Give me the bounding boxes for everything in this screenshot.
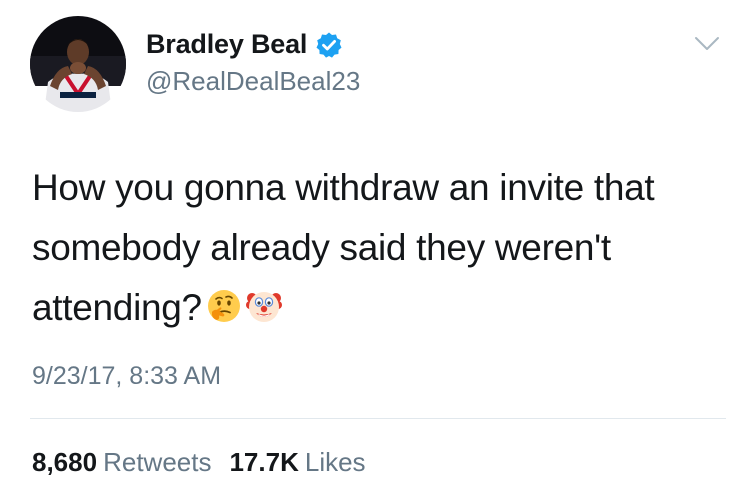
author-name-row[interactable]: Bradley Beal	[146, 29, 343, 60]
divider	[30, 418, 726, 419]
retweets-count: 8,680	[32, 447, 98, 477]
retweets-stat[interactable]: 8,680 Retweets	[32, 447, 211, 477]
likes-label: Likes	[304, 447, 366, 477]
chevron-down-icon[interactable]	[694, 36, 720, 52]
likes-count: 17.7K	[229, 447, 299, 477]
tweet-text-line: attending?	[32, 287, 202, 328]
author-handle[interactable]: @RealDealBeal23	[146, 66, 360, 97]
retweets-label: Retweets	[103, 447, 212, 477]
display-name[interactable]: Bradley Beal	[146, 29, 307, 60]
likes-stat[interactable]: 17.7K Likes	[229, 447, 365, 477]
tweet-text: How you gonna withdraw an invite that so…	[32, 158, 732, 338]
thinking-face-emoji	[206, 282, 242, 322]
tweet-stats: 8,680 Retweets 17.7K Likes	[32, 447, 366, 478]
clown-face-emoji	[245, 282, 282, 322]
tweet-card: Bradley Beal @RealDealBeal23 How you gon…	[0, 0, 750, 500]
verified-badge-icon	[315, 31, 343, 59]
tweet-text-line: somebody already said they weren't	[32, 227, 611, 268]
tweet-text-line-last: attending?	[32, 278, 732, 338]
tweet-text-line: How you gonna withdraw an invite that	[32, 167, 655, 208]
tweet-timestamp[interactable]: 9/23/17, 8:33 AM	[32, 362, 221, 391]
avatar[interactable]	[30, 16, 126, 112]
